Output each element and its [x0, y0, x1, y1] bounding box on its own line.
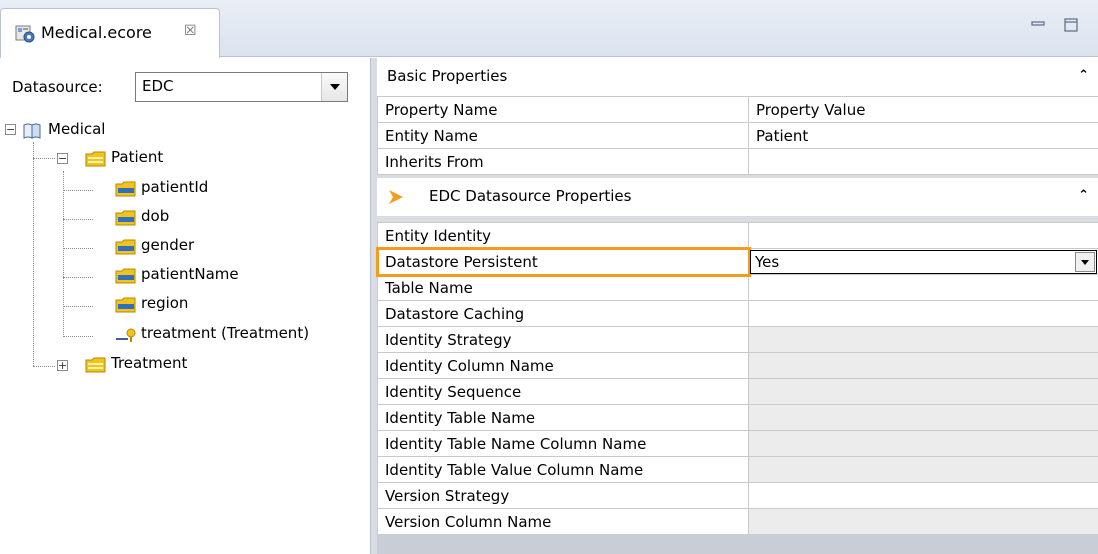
class-folder-icon: [85, 357, 106, 373]
tree-label: gender: [141, 236, 195, 254]
property-name: Entity Identity: [377, 222, 749, 249]
class-folder-icon: [85, 151, 106, 167]
attribute-field-icon: [115, 210, 136, 226]
datasource-select[interactable]: EDC: [135, 72, 348, 102]
basic-properties-table: Property Name Property Value Entity Name…: [377, 96, 1098, 175]
basic-properties-header[interactable]: Basic Properties ⌃: [377, 58, 1098, 96]
property-name: Identity Sequence: [377, 378, 749, 405]
collapse-section-icon[interactable]: ⌃: [1078, 68, 1089, 83]
property-value[interactable]: [748, 482, 1098, 509]
editor-window: Medical.ecore ☒ Datasource: EDC − Medica…: [0, 0, 1098, 554]
table-row[interactable]: Identity Sequence: [377, 378, 1098, 405]
tree-label: patientName: [141, 265, 239, 283]
attribute-field-icon: [115, 239, 136, 255]
table-row[interactable]: Identity Table Value Column Name: [377, 456, 1098, 483]
property-name: Table Name: [377, 274, 749, 301]
property-value[interactable]: [748, 378, 1098, 405]
table-row[interactable]: Table Name: [377, 274, 1098, 301]
property-name: Inherits From: [377, 148, 749, 175]
attribute-field-icon: [115, 268, 136, 284]
maximize-icon[interactable]: [1063, 18, 1079, 32]
expand-treatment-toggle[interactable]: +: [57, 360, 68, 371]
edc-properties-header[interactable]: EDC Datasource Properties ⌃: [377, 178, 1098, 216]
tree-label: treatment (Treatment): [141, 324, 310, 342]
tree-label: dob: [141, 207, 170, 225]
edc-properties-table: Entity Identity Datastore Persistent Yes…: [375, 222, 1098, 535]
table-row[interactable]: Datastore Persistent Yes: [375, 246, 1098, 277]
property-name: Datastore Caching: [377, 300, 749, 327]
tree-label: region: [141, 294, 189, 312]
attribute-field-icon: [115, 297, 136, 313]
table-header-row: Property Name Property Value: [377, 96, 1098, 123]
attribute-field-icon: [115, 181, 136, 197]
datastore-persistent-select[interactable]: Yes: [750, 249, 1097, 274]
property-value[interactable]: [748, 274, 1098, 301]
tree-label: Patient: [111, 148, 164, 166]
table-row[interactable]: Version Column Name: [377, 508, 1098, 535]
property-name: Entity Name: [377, 122, 749, 149]
property-value[interactable]: [748, 352, 1098, 379]
column-header: Property Name: [377, 96, 749, 123]
property-value[interactable]: [748, 508, 1098, 535]
datasource-label: Datasource:: [12, 78, 103, 96]
chevron-down-icon[interactable]: [321, 73, 347, 101]
tree-label: Medical: [48, 120, 106, 138]
package-book-icon: [23, 123, 41, 139]
select-value: Yes: [755, 252, 780, 271]
column-header: Property Value: [748, 96, 1098, 123]
ecore-file-icon: [15, 25, 35, 43]
property-value[interactable]: [748, 456, 1098, 483]
property-value[interactable]: [748, 430, 1098, 457]
property-value[interactable]: Patient: [748, 122, 1098, 149]
table-row[interactable]: Entity Name Patient: [377, 122, 1098, 149]
panel-footer: [377, 534, 1098, 554]
properties-panel: Basic Properties ⌃ Property Name Propert…: [370, 58, 1098, 554]
section-title: Basic Properties: [387, 67, 508, 85]
property-value[interactable]: [748, 148, 1098, 175]
tab-label: Medical.ecore: [41, 23, 152, 42]
property-name: Identity Table Name Column Name: [377, 430, 749, 457]
property-name: Identity Column Name: [377, 352, 749, 379]
arrow-right-icon: [389, 190, 403, 204]
collapse-medical-toggle[interactable]: −: [5, 124, 16, 135]
table-row[interactable]: Identity Table Name Column Name: [377, 430, 1098, 457]
collapse-section-icon[interactable]: ⌃: [1078, 188, 1089, 203]
property-value[interactable]: [748, 326, 1098, 353]
close-icon[interactable]: ☒: [184, 23, 197, 39]
property-value[interactable]: Yes: [748, 248, 1098, 275]
model-tree-panel: Datasource: EDC − Medical − Patient pati…: [0, 58, 368, 554]
table-row[interactable]: Version Strategy: [377, 482, 1098, 509]
property-value[interactable]: [748, 404, 1098, 431]
table-row[interactable]: Identity Table Name: [377, 404, 1098, 431]
collapse-patient-toggle[interactable]: −: [57, 153, 68, 164]
tree-label: Treatment: [111, 354, 188, 372]
editor-tab-bar: Medical.ecore ☒: [0, 0, 1098, 58]
datasource-value: EDC: [142, 77, 174, 95]
property-name: Identity Table Value Column Name: [377, 456, 749, 483]
reference-icon: [116, 328, 136, 342]
table-row[interactable]: Identity Strategy: [377, 326, 1098, 353]
property-name: Version Strategy: [377, 482, 749, 509]
property-value[interactable]: [748, 222, 1098, 249]
chevron-down-icon[interactable]: [1075, 251, 1095, 272]
tab-medical-ecore[interactable]: Medical.ecore ☒: [0, 8, 220, 58]
property-name: Identity Strategy: [377, 326, 749, 353]
property-name: Version Column Name: [377, 508, 749, 535]
tree-label: patientId: [141, 178, 209, 196]
table-row[interactable]: Entity Identity: [377, 222, 1098, 249]
table-row[interactable]: Inherits From: [377, 148, 1098, 175]
table-row[interactable]: Datastore Caching: [377, 300, 1098, 327]
property-value[interactable]: [748, 300, 1098, 327]
section-title: EDC Datasource Properties: [429, 187, 632, 205]
minimize-icon[interactable]: [1030, 18, 1046, 32]
property-name-highlighted: Datastore Persistent: [375, 246, 751, 277]
table-row[interactable]: Identity Column Name: [377, 352, 1098, 379]
property-name: Identity Table Name: [377, 404, 749, 431]
